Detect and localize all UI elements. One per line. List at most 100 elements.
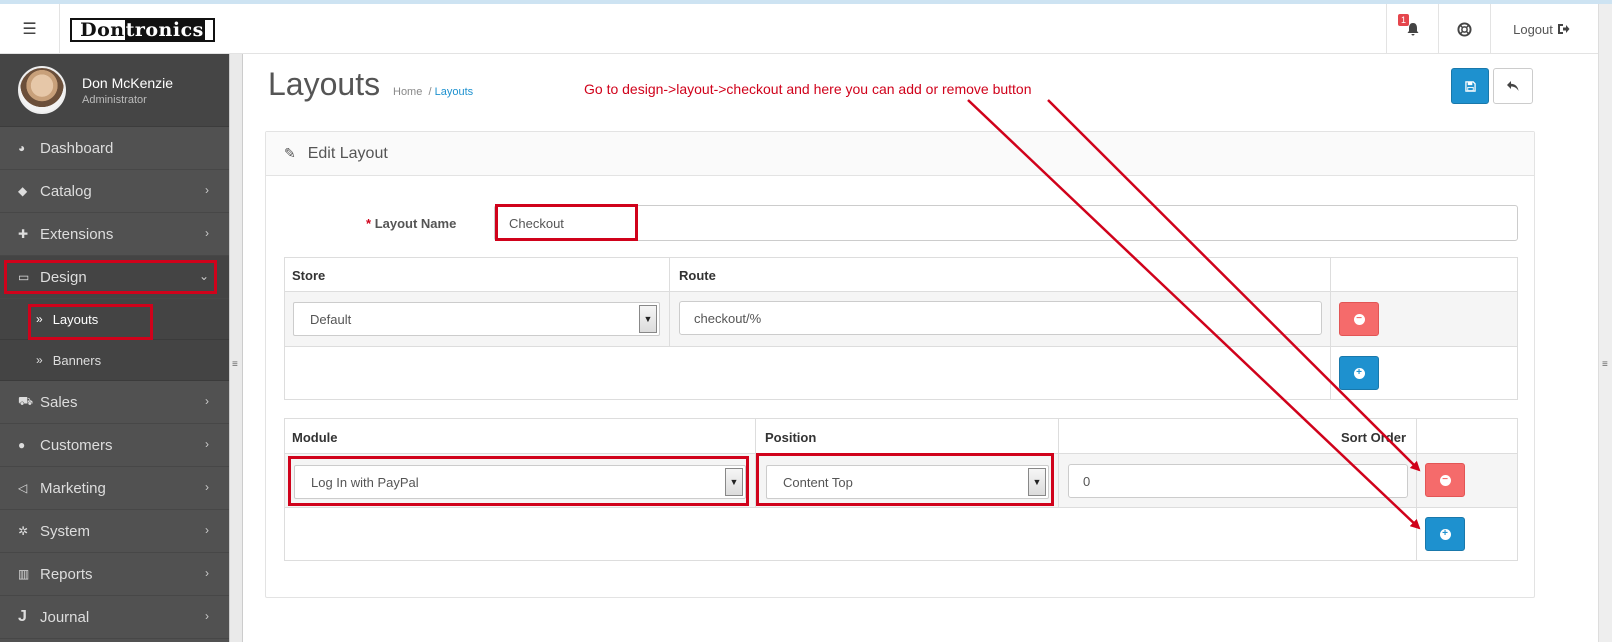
sidebar-item-label: Customers [40, 436, 113, 454]
column-header-sort-order: Sort Order [1341, 430, 1407, 445]
sidebar-item-extensions[interactable]: ✚ Extensions › [0, 213, 229, 256]
chevron-right-icon: › [205, 183, 209, 197]
share-icon: ◁ [18, 481, 28, 495]
save-button[interactable] [1451, 68, 1489, 104]
page-title: Layouts [268, 66, 381, 102]
sidebar: Don McKenzie Administrator ◕ Dashboard ◆… [0, 54, 229, 642]
sidebar-item-sales[interactable]: ⛟ Sales › [0, 381, 229, 424]
sign-out-icon [1557, 24, 1570, 34]
sidebar-item-label: System [40, 522, 91, 540]
dropdown-arrow-icon: ▼ [639, 305, 657, 333]
breadcrumb-home[interactable]: Home [393, 86, 422, 98]
user-icon: ● [18, 438, 26, 452]
column-header-position: Position [765, 430, 817, 445]
add-module-button[interactable]: + [1425, 517, 1465, 551]
breadcrumb: Home / Layouts [393, 86, 473, 98]
monitor-icon: ▭ [18, 270, 30, 284]
panel-heading: ✎ Edit Layout [266, 132, 1534, 176]
store-select[interactable]: Default ▼ [293, 302, 660, 336]
logo[interactable]: Don tronics [70, 18, 215, 42]
sidebar-item-label: Journal [40, 608, 90, 626]
sidebar-item-label: Dashboard [40, 139, 114, 157]
sidebar-item-label: Extensions [40, 225, 114, 243]
column-header-store: Store [292, 268, 326, 283]
grip-icon: ≡ [232, 359, 238, 370]
sidebar-item-marketing[interactable]: ◁ Marketing › [0, 467, 229, 510]
sidebar-item-label: Catalog [40, 182, 92, 200]
cog-icon: ✲ [18, 524, 29, 538]
help-button[interactable] [1438, 4, 1490, 54]
sidebar-item-reports[interactable]: ▥ Reports › [0, 553, 229, 596]
dropdown-arrow-icon: ▼ [1028, 468, 1046, 496]
chevron-right-icon: › [205, 609, 209, 623]
double-chevron-icon: » [36, 353, 43, 367]
pencil-icon: ✎ [284, 145, 296, 161]
menu-icon: ☰ [22, 21, 37, 38]
chevron-right-icon: › [205, 523, 209, 537]
sidebar-item-journal[interactable]: J Journal › [0, 596, 229, 639]
annotation-text: Go to design->layout->checkout and here … [584, 81, 1032, 97]
layout-name-label: * Layout Name [366, 216, 457, 231]
minus-circle-icon: − [1439, 474, 1451, 486]
logout-label: Logout [1513, 21, 1553, 37]
required-asterisk: * [366, 216, 372, 231]
chevron-right-icon: › [205, 226, 209, 240]
position-select[interactable]: Content Top ▼ [766, 465, 1049, 499]
remove-route-button[interactable]: − [1339, 302, 1379, 336]
sidebar-subitem-layouts[interactable]: » Layouts [0, 299, 229, 340]
double-chevron-icon: » [36, 312, 43, 326]
dashboard-icon: ◕ [18, 141, 26, 155]
life-ring-icon [1457, 21, 1472, 37]
store-select-value: Default [310, 311, 352, 327]
user-role: Administrator [82, 93, 147, 106]
sidebar-item-label: Sales [40, 393, 78, 411]
route-input[interactable]: checkout/% [679, 301, 1322, 335]
bar-chart-icon: ▥ [18, 567, 30, 581]
logout-button[interactable]: Logout [1490, 4, 1592, 54]
sidebar-item-label: Design [40, 268, 87, 286]
user-profile[interactable]: Don McKenzie Administrator [0, 54, 229, 127]
sidebar-item-system[interactable]: ✲ System › [0, 510, 229, 553]
sidebar-item-label: Marketing [40, 479, 106, 497]
back-button[interactable] [1493, 68, 1533, 104]
module-select-value: Log In with PayPal [311, 474, 419, 490]
sidebar-item-label: Reports [40, 565, 93, 583]
reply-icon [1507, 81, 1519, 91]
breadcrumb-current[interactable]: Layouts [435, 86, 474, 98]
notification-badge: 1 [1398, 14, 1410, 26]
sidebar-subitem-banners[interactable]: » Banners [0, 340, 229, 381]
menu-toggle-button[interactable]: ☰ [0, 4, 60, 54]
j-icon: J [18, 608, 27, 625]
sort-order-input[interactable]: 0 [1068, 464, 1408, 498]
add-route-button[interactable]: + [1339, 356, 1379, 390]
tags-icon: ◆ [18, 184, 28, 198]
right-scroll-rail[interactable]: ≡ [1598, 4, 1612, 642]
sidebar-item-catalog[interactable]: ◆ Catalog › [0, 170, 229, 213]
avatar [18, 66, 66, 114]
sidebar-subitem-label: Layouts [52, 311, 99, 327]
panel-heading-title: Edit Layout [307, 144, 388, 162]
dropdown-arrow-icon: ▼ [725, 468, 743, 496]
chevron-right-icon: › [205, 566, 209, 580]
chevron-right-icon: › [205, 480, 209, 494]
layout-name-input[interactable]: Checkout [494, 205, 1518, 241]
sidebar-item-dashboard[interactable]: ◕ Dashboard [0, 127, 229, 170]
puzzle-icon: ✚ [18, 227, 29, 241]
floppy-disk-icon [1464, 80, 1476, 92]
sidebar-item-design[interactable]: ▭ Design ⌄ [0, 256, 229, 299]
breadcrumb-separator: / [428, 86, 432, 98]
column-header-module: Module [292, 430, 338, 445]
top-header: ☰ Don tronics 1 Logout [0, 0, 1612, 54]
chevron-down-icon: ⌄ [198, 269, 209, 283]
user-name: Don McKenzie [82, 74, 174, 91]
column-header-route: Route [679, 268, 716, 283]
remove-module-button[interactable]: − [1425, 463, 1465, 497]
chevron-right-icon: › [205, 437, 209, 451]
sidebar-splitter[interactable]: ≡ [229, 54, 243, 642]
module-select[interactable]: Log In with PayPal ▼ [294, 465, 746, 499]
sidebar-subitem-label: Banners [52, 352, 102, 368]
plus-circle-icon: + [1353, 367, 1365, 379]
chevron-right-icon: › [205, 394, 209, 408]
notifications-button[interactable]: 1 [1386, 4, 1438, 54]
sidebar-item-customers[interactable]: ● Customers › [0, 424, 229, 467]
